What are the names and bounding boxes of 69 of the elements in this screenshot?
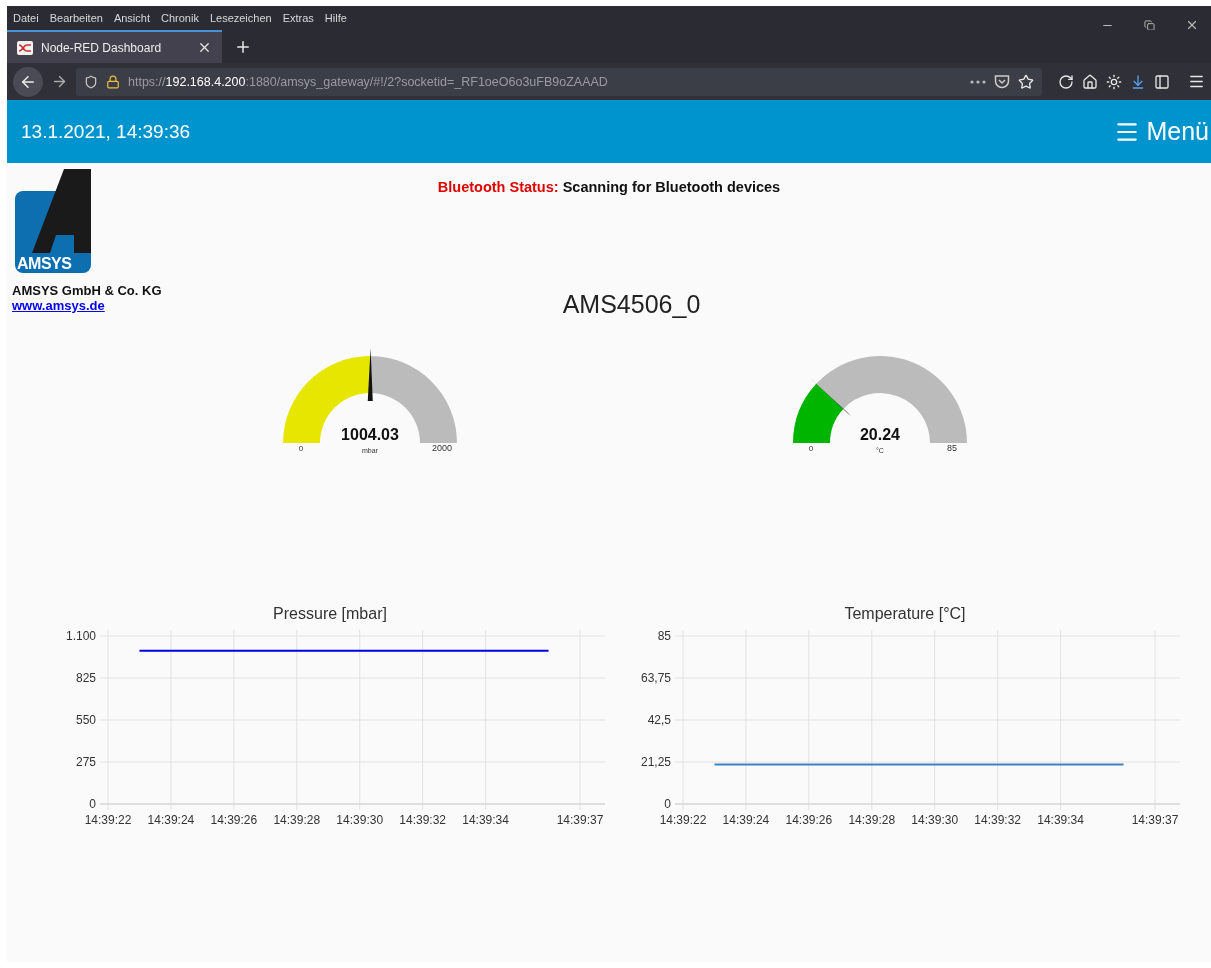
logo-text: AMSYS <box>17 255 72 273</box>
y-tick-label: 63,75 <box>640 671 671 685</box>
y-tick-label: 1.100 <box>65 629 96 643</box>
restore-icon[interactable] <box>1144 19 1155 31</box>
x-tick-label: 14:39:37 <box>556 813 604 827</box>
x-tick-label: 14:39:34 <box>1037 813 1084 827</box>
x-tick-label: 14:39:28 <box>848 813 896 827</box>
chart-title: Temperature [°C] <box>844 605 966 623</box>
date-time: 13.1.2021, 14:39:36 <box>21 120 191 143</box>
x-tick-label: 14:39:30 <box>336 813 384 827</box>
shield-icon <box>84 74 98 89</box>
x-tick-label: 14:39:22 <box>659 813 707 827</box>
sidebar-icon[interactable] <box>1154 73 1170 90</box>
x-tick-label: 14:39:24 <box>722 813 770 827</box>
company-name: AMSYS GmbH & Co. KG <box>12 283 162 298</box>
x-tick-label: 14:39:32 <box>974 813 1022 827</box>
menu-item[interactable]: Ansicht <box>113 12 150 24</box>
x-tick-label: 14:39:26 <box>785 813 833 827</box>
gauge-min: 0 <box>808 444 814 453</box>
lock-icon <box>106 74 120 89</box>
website-link[interactable]: www.amsys.de <box>12 298 105 313</box>
x-tick-label: 14:39:28 <box>273 813 321 827</box>
y-tick-label: 85 <box>657 629 671 643</box>
logo-icon <box>12 169 94 273</box>
more-icon[interactable] <box>970 79 986 84</box>
sun-icon[interactable] <box>1106 73 1122 90</box>
y-tick-label: 0 <box>664 797 671 811</box>
x-tick-label: 14:39:37 <box>1131 813 1179 827</box>
menu-item[interactable]: Bearbeiten <box>49 12 103 24</box>
x-tick-label: 14:39:34 <box>462 813 509 827</box>
device-title: AMS4506_0 <box>562 290 701 319</box>
back-button[interactable] <box>13 66 43 97</box>
browser-tab[interactable]: Node-RED Dashboard <box>7 30 222 63</box>
address-bar[interactable]: https://192.168.4.200:1880/amsys_gateway/#!/2?socketid=_RF1oeO6o3uFB9oZAAAD <box>76 67 1042 96</box>
x-tick-label: 14:39:22 <box>84 813 132 827</box>
x-tick-label: 14:39:26 <box>210 813 258 827</box>
forward-icon[interactable] <box>51 73 68 90</box>
pocket-icon[interactable] <box>994 74 1010 89</box>
menu-item[interactable]: Lesezeichen <box>209 12 272 24</box>
y-tick-label: 275 <box>75 755 96 769</box>
tab-title: Node-RED Dashboard <box>41 40 163 55</box>
gauge-value: 1004.03 <box>341 426 399 443</box>
home-icon[interactable] <box>1082 73 1098 90</box>
menu-item[interactable]: Chronik <box>161 12 199 24</box>
download-icon[interactable] <box>1130 73 1146 90</box>
gauge-max: 2000 <box>432 443 452 453</box>
menu-item[interactable]: Extras <box>282 12 314 24</box>
menu-item[interactable]: Hilfe <box>324 12 347 24</box>
gauge-min: 0 <box>298 444 304 453</box>
gauge-value: 20.24 <box>860 426 900 443</box>
x-tick-label: 14:39:30 <box>911 813 959 827</box>
y-tick-label: 21,25 <box>640 755 671 769</box>
chart-title: Pressure [mbar] <box>273 605 387 623</box>
close-icon[interactable] <box>197 40 212 55</box>
y-tick-label: 825 <box>75 671 96 685</box>
x-tick-label: 14:39:32 <box>399 813 447 827</box>
menu-item[interactable]: Datei <box>13 12 39 24</box>
reload-icon[interactable] <box>1058 73 1074 90</box>
menu-icon[interactable] <box>1188 73 1205 90</box>
star-icon[interactable] <box>1018 73 1034 90</box>
close-icon[interactable] <box>1185 18 1199 32</box>
y-tick-label: 42,5 <box>647 713 671 727</box>
bluetooth-status: Bluetooth Status: Scanning for Bluetooth devices <box>437 179 781 195</box>
y-tick-label: 0 <box>89 797 96 811</box>
url-text: https://192.168.4.200:1880/amsys_gateway/#!/2?socketid=_RF1oeO6o3uFB9oZAAAD <box>128 74 609 89</box>
y-tick-label: 550 <box>75 713 96 727</box>
gauge-max: 85 <box>947 443 957 453</box>
x-tick-label: 14:39:24 <box>147 813 195 827</box>
tab-favicon-icon <box>17 40 33 55</box>
